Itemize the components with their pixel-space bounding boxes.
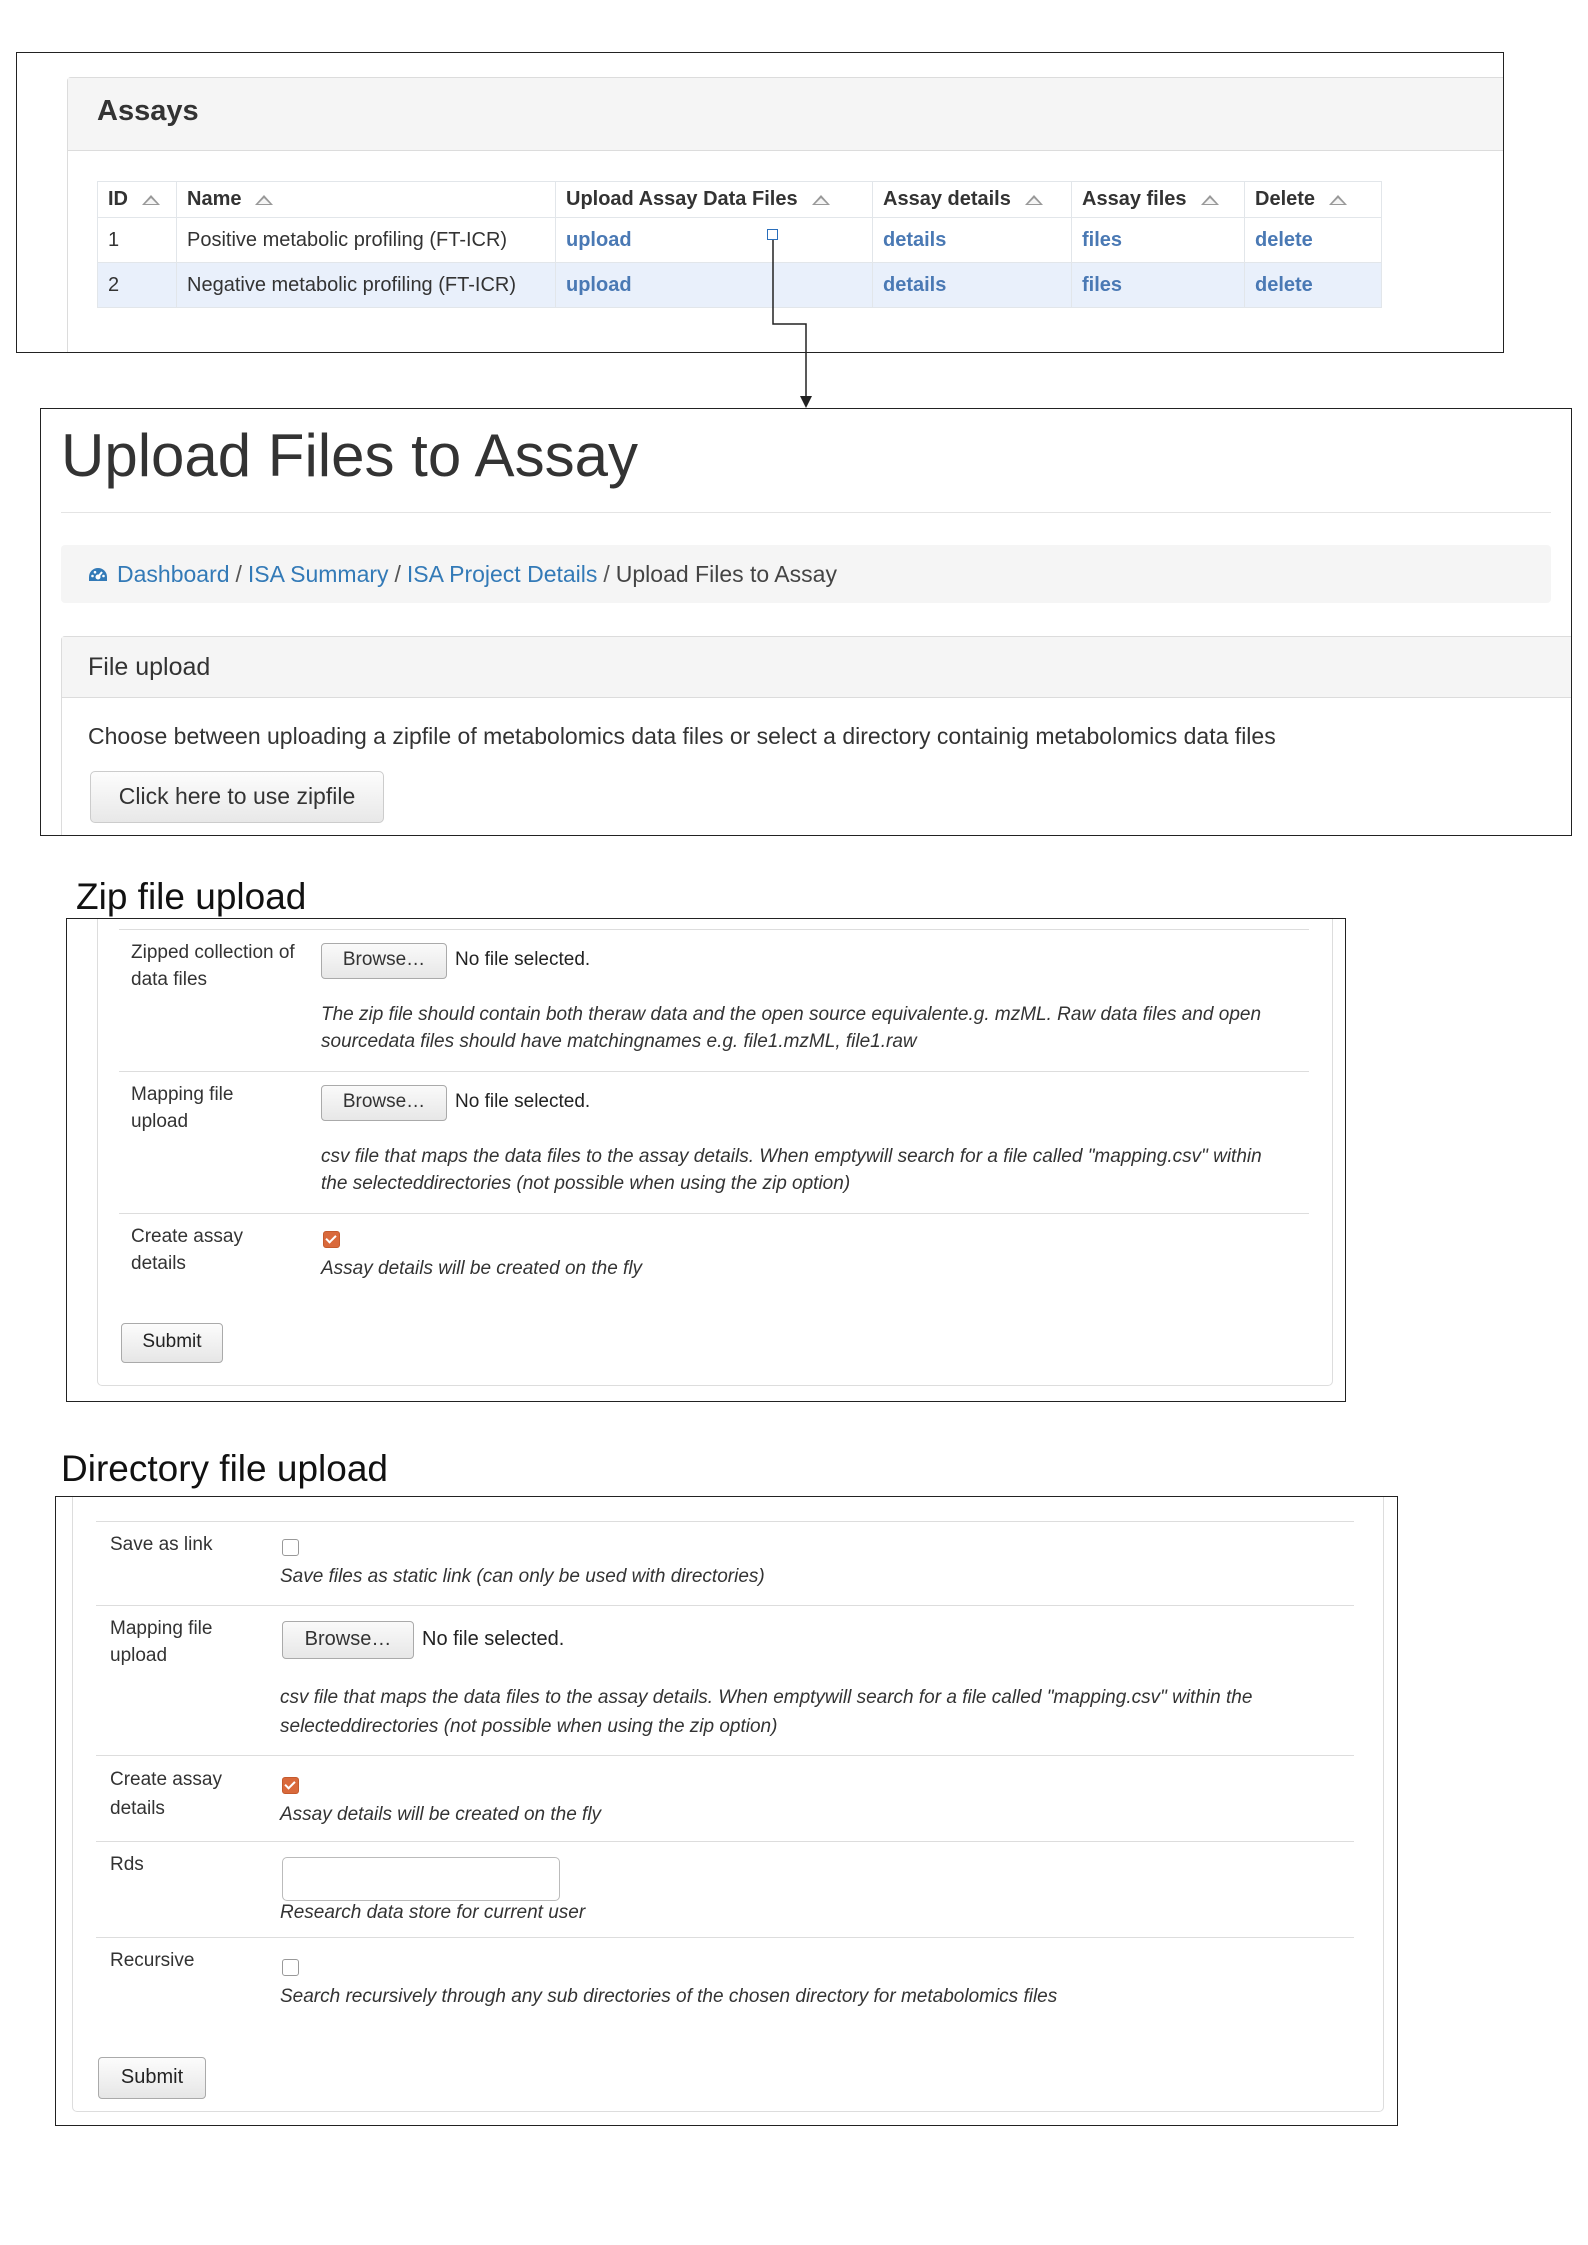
mapping-file-label: Mapping file upload	[131, 1084, 234, 1132]
breadcrumb-separator: /	[394, 561, 401, 587]
dir-mapping-help-text: csv file that maps the data files to the…	[280, 1687, 1253, 1737]
zip-section-title: Zip file upload	[76, 876, 307, 917]
connector-arrow	[772, 240, 812, 408]
rds-label: Rds	[110, 1854, 144, 1875]
dir-upload-form: Save as link Save files as static link (…	[55, 1496, 1398, 2126]
save-as-link-help: Save files as static link (can only be u…	[280, 1566, 765, 1587]
dir-mapping-browse-button[interactable]: Browse…	[282, 1621, 414, 1659]
file-upload-panel: File upload Choose between uploading a z…	[61, 636, 1571, 835]
mapping-help-text: csv file that maps the data files to the…	[321, 1146, 1262, 1194]
rds-input[interactable]	[282, 1857, 560, 1901]
upload-page-panel: Upload Files to Assay Dashboard / ISA Summ…	[40, 408, 1572, 836]
divider	[61, 512, 1551, 513]
breadcrumb: Dashboard / ISA Summary / ISA Project Detail…	[61, 545, 1551, 603]
dir-mapping-file-label: Mapping file upload	[110, 1618, 213, 1666]
save-as-link-checkbox[interactable]	[282, 1539, 299, 1556]
file-upload-title: File upload	[62, 637, 1571, 698]
dir-submit-button[interactable]: Submit	[98, 2057, 206, 2099]
dir-mapping-no-file-text: No file selected.	[422, 1628, 565, 1650]
mapping-browse-button[interactable]: Browse…	[321, 1085, 447, 1121]
zip-upload-form: Zipped collection of data files Browse… …	[66, 918, 1346, 1402]
breadcrumb-separator: /	[603, 561, 610, 587]
dir-create-assay-help: Assay details will be created on the fly	[280, 1804, 602, 1825]
mapping-no-file-text: No file selected.	[455, 1091, 591, 1112]
zipped-help-text: The zip file should contain both theraw …	[321, 1004, 1262, 1052]
breadcrumb-separator: /	[235, 561, 242, 587]
recursive-row-divider	[96, 1937, 1354, 1938]
dir-section-title: Directory file upload	[61, 1448, 388, 1489]
dir-create-assay-checkbox[interactable]	[282, 1777, 299, 1794]
breadcrumb-isa-summary[interactable]: ISA Summary	[248, 561, 389, 587]
save-as-link-label: Save as link	[110, 1534, 213, 1555]
breadcrumb-current: Upload Files to Assay	[615, 561, 837, 587]
rds-help: Research data store for current user	[280, 1902, 586, 1923]
create-row-divider	[119, 1213, 1309, 1214]
recursive-checkbox[interactable]	[282, 1959, 299, 1976]
create-assay-checkbox[interactable]	[323, 1231, 340, 1248]
dir-mapping-row-divider	[96, 1605, 1354, 1606]
file-upload-description: Choose between uploading a zipfile of me…	[88, 723, 1276, 749]
mapping-row-divider	[119, 1071, 1309, 1072]
use-zipfile-button[interactable]: Click here to use zipfile	[90, 771, 384, 823]
dashboard-icon	[89, 568, 107, 581]
zip-submit-button[interactable]: Submit	[121, 1323, 223, 1363]
page-title: Upload Files to Assay	[61, 422, 638, 489]
zipped-browse-button[interactable]: Browse…	[321, 943, 447, 979]
connector-marker	[767, 229, 778, 240]
dir-create-row-divider	[96, 1755, 1354, 1756]
zipped-files-label: Zipped collection of data files	[131, 942, 295, 990]
zipped-no-file-text: No file selected.	[455, 949, 591, 970]
dir-create-assay-label: Create assay details	[110, 1769, 222, 1819]
recursive-label: Recursive	[110, 1950, 195, 1971]
save-link-row-divider	[96, 1521, 1354, 1522]
create-assay-label: Create assay details	[131, 1226, 243, 1274]
zip-row-divider	[119, 929, 1309, 930]
recursive-help: Search recursively through any sub direc…	[280, 1986, 1058, 2007]
breadcrumb-dashboard[interactable]: Dashboard	[117, 561, 230, 587]
create-assay-help: Assay details will be created on the fly	[321, 1258, 643, 1279]
rds-row-divider	[96, 1841, 1354, 1842]
breadcrumb-isa-project-details[interactable]: ISA Project Details	[407, 561, 597, 587]
